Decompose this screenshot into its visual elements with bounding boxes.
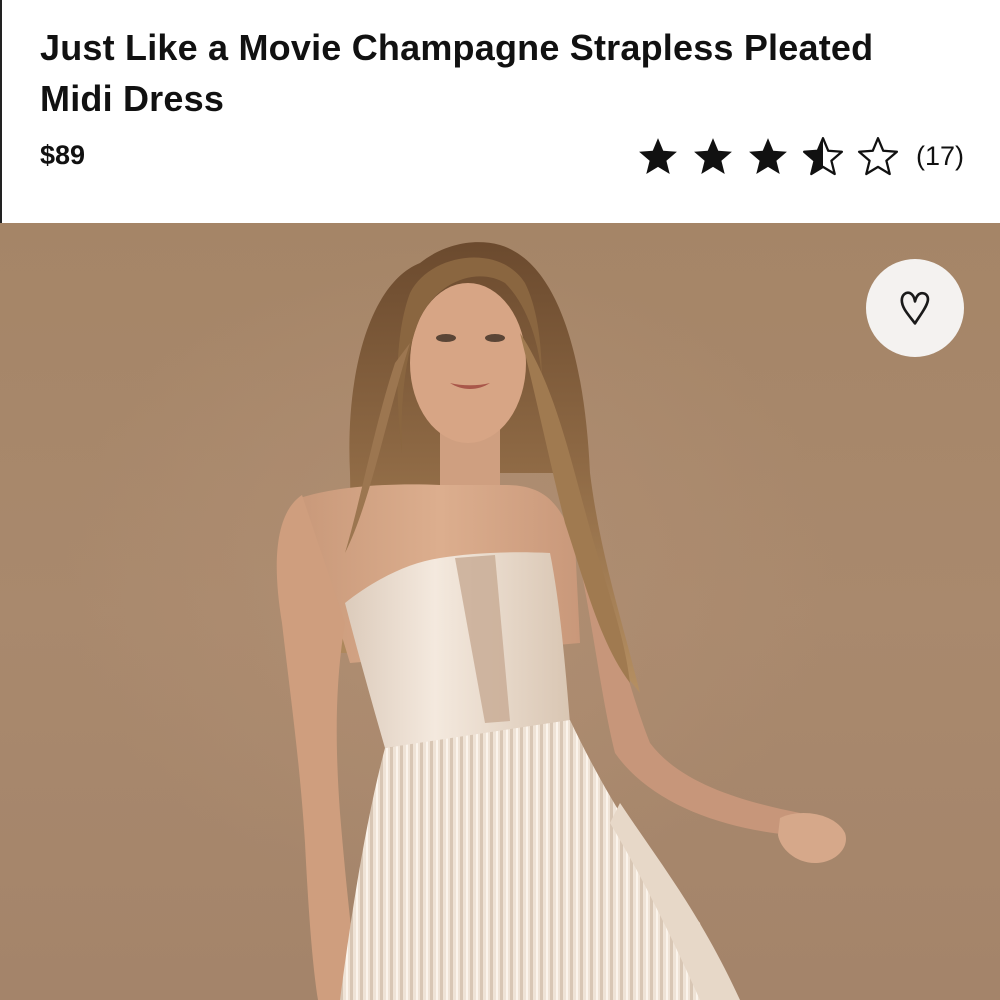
model-illustration [276,242,846,1000]
star-full-icon [749,138,787,175]
heart-icon [900,291,930,325]
product-price: $89 [40,140,86,170]
review-count[interactable]: (17) [916,141,964,172]
product-rating[interactable]: (17) [637,134,964,178]
product-title: Just Like a Movie Champagne Strapless Pl… [40,27,874,119]
favorite-button[interactable] [866,259,964,357]
star-half-icon [802,137,844,176]
star-empty-icon [857,137,899,176]
product-header: Just Like a Movie Champagne Strapless Pl… [0,0,1000,223]
star-full-icon [694,138,732,175]
product-photo [0,223,1000,1000]
star-full-icon [639,138,677,175]
